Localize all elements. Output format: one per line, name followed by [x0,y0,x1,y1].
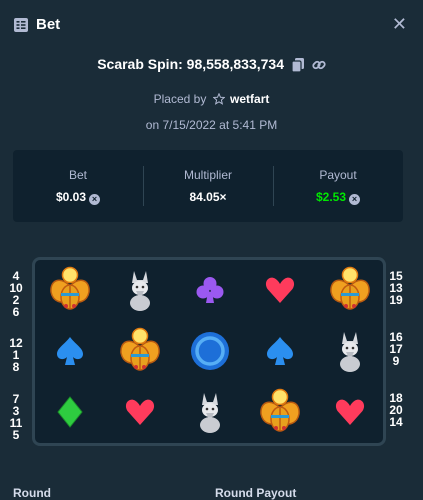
bet-date: on 7/15/2022 at 5:41 PM [145,118,278,132]
wolf-statue-icon [105,260,175,320]
stat-bet-value: $0.03 × [13,190,143,205]
bet-list-icon [14,18,28,37]
wolf-statue-icon [315,321,385,381]
placed-by-row: Placed by wetfart [0,92,423,106]
round-payout-label: Round Payout [215,486,297,500]
round-label: Round [13,486,51,500]
copy-icon[interactable] [288,56,304,73]
wolf-statue-icon [175,382,245,442]
scarab-icon [105,321,175,381]
scarab-icon [245,382,315,442]
spin-id-row: Scarab Spin: 98,558,833,734 [0,56,423,73]
stat-payout: Payout $2.53 × [273,150,403,222]
payline-numbers-right-bottom: 18 20 14 [386,392,406,428]
placed-by-label: Placed by [153,92,207,106]
stat-bet-label: Bet [68,168,87,182]
scarab-icon [315,260,385,320]
stat-multiplier-label: Multiplier [183,168,232,182]
payline-number: 14 [389,415,403,429]
username-link[interactable]: wetfart [230,92,269,106]
spade-icon [245,321,315,381]
payline-number: 6 [12,305,20,319]
slot-reel-grid [32,257,386,446]
spade-icon [35,321,105,381]
stat-multiplier: Multiplier 84.05× [143,150,273,222]
payline-number: 19 [389,293,403,307]
coin-icon [175,321,245,381]
payline-numbers-right-mid: 16 17 9 [386,331,406,367]
modal-title: Bet [36,16,61,33]
bet-stats-panel: Bet $0.03 × Multiplier 84.05× Payout $2.5… [13,150,403,222]
scarab-icon [35,260,105,320]
stat-payout-value: $2.53 × [273,190,403,205]
stat-multiplier-value: 84.05× [189,190,227,204]
payline-number: 8 [12,360,20,374]
star-icon [210,92,227,106]
currency-icon: × [89,194,101,205]
currency-icon: × [349,194,361,205]
payline-numbers-left-bottom: 7 3 11 5 [6,393,26,441]
stat-bet-amount: $0.03 [55,190,87,204]
stat-payout-label: Payout [319,168,357,182]
payline-numbers-right-top: 15 13 19 [386,270,406,306]
modal-header: Bet ✕ [0,0,423,50]
diamond-icon [35,382,105,442]
stat-bet: Bet $0.03 × [13,150,143,222]
link-icon[interactable] [308,56,326,72]
stat-payout-amount: $2.53 [315,190,347,204]
heart-icon [245,260,315,320]
payline-number: 9 [392,354,400,368]
club-icon [175,260,245,320]
heart-icon [315,382,385,442]
payline-numbers-left-mid: 12 1 8 [6,337,26,373]
payline-number: 5 [12,428,20,442]
payline-numbers-left-top: 4 10 2 6 [6,270,26,318]
close-icon[interactable]: ✕ [392,15,407,33]
spin-id-label: Scarab Spin: 98,558,833,734 [97,56,284,72]
heart-icon [105,382,175,442]
